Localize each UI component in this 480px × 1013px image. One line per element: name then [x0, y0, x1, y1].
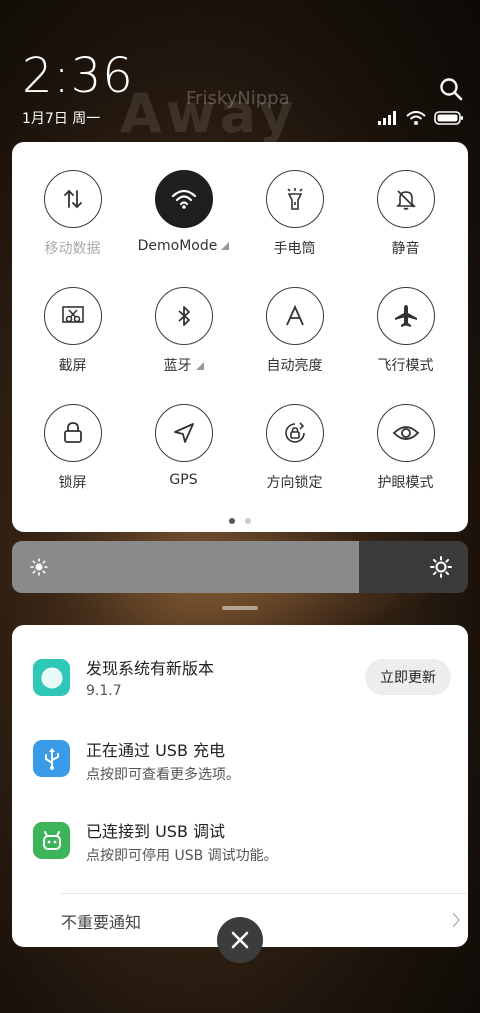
notification-subtitle: 点按即可查看更多选项。 [86, 767, 240, 783]
qs-label: DemoMode [138, 238, 230, 254]
bluetooth-icon [154, 287, 213, 345]
expand-triangle-icon [221, 242, 230, 250]
mobile-data-icon [43, 170, 102, 228]
qs-label-text: GPS [169, 472, 198, 488]
quick-settings-panel: 移动数据 DemoMode 手电筒 静音截屏 蓝牙 自动亮度 飞行模式锁屏 GPS 方向锁定 护眼… [12, 142, 468, 532]
date: 1月7日 周一 [22, 111, 101, 127]
qs-label-text: 移动数据 [44, 241, 101, 257]
qs-tile-lock[interactable]: 锁屏 [17, 404, 128, 492]
page-indicator [12, 518, 468, 524]
qs-tile-auto-brightness[interactable]: 自动亮度 [239, 287, 350, 375]
battery-icon [434, 110, 464, 129]
android-icon [33, 822, 70, 859]
qs-label-text: 蓝牙 [163, 358, 192, 374]
brightness-high-icon [430, 556, 452, 582]
flashlight-icon [265, 170, 324, 228]
qs-label: 自动亮度 [267, 355, 323, 375]
qs-label: 蓝牙 [164, 355, 204, 375]
qs-label-text: 飞行模式 [377, 358, 434, 374]
qs-tile-bluetooth[interactable]: 蓝牙 [128, 287, 239, 375]
qs-label: 移动数据 [45, 238, 101, 258]
qs-label: 护眼模式 [378, 472, 434, 492]
notification-subtitle: 9.1.7 [86, 683, 122, 699]
qs-label: 手电筒 [274, 238, 316, 258]
qs-label-text: 静音 [391, 241, 420, 257]
lock-icon [43, 404, 102, 462]
wifi-icon [154, 170, 213, 228]
minor-notifications-label: 不重要通知 [61, 913, 142, 932]
updater-icon [33, 659, 70, 696]
qs-label: GPS [169, 472, 197, 488]
qs-tile-eye[interactable]: 护眼模式 [350, 404, 461, 492]
qs-label: 方向锁定 [267, 472, 323, 492]
rotation-lock-icon [265, 404, 324, 462]
qs-label-text: DemoMode [137, 238, 218, 254]
brightness-fill [12, 541, 359, 593]
qs-label-text: 截屏 [58, 358, 87, 374]
wifi-status-icon [406, 110, 426, 129]
usb-icon [33, 740, 70, 777]
expand-triangle-icon [195, 362, 204, 370]
page-dot-active [229, 518, 235, 524]
qs-label: 飞行模式 [378, 355, 434, 375]
update-now-button[interactable]: 立即更新 [365, 659, 451, 695]
drag-handle[interactable] [222, 606, 258, 610]
status-icons [378, 110, 464, 129]
clock: 2:36 [22, 48, 134, 104]
auto-brightness-icon [265, 287, 324, 345]
qs-label: 静音 [392, 238, 420, 258]
brightness-slider[interactable] [12, 541, 468, 593]
search-icon[interactable] [438, 76, 464, 102]
qs-tile-wifi[interactable]: DemoMode [128, 170, 239, 254]
qs-tile-bell-mute[interactable]: 静音 [350, 170, 461, 258]
screenshot-icon [43, 287, 102, 345]
qs-tile-mobile-data[interactable]: 移动数据 [17, 170, 128, 258]
gps-icon [154, 404, 213, 462]
notification-panel: 发现系统有新版本 9.1.7 立即更新 正在通过 USB 充电 点按即可查看更多… [12, 625, 468, 947]
airplane-icon [376, 287, 435, 345]
eye-icon [376, 404, 435, 462]
qs-tile-flashlight[interactable]: 手电筒 [239, 170, 350, 258]
divider [61, 893, 467, 894]
qs-tile-airplane[interactable]: 飞行模式 [350, 287, 461, 375]
notification-title: 正在通过 USB 充电 [86, 741, 226, 760]
qs-tile-rotation-lock[interactable]: 方向锁定 [239, 404, 350, 492]
bell-mute-icon [376, 170, 435, 228]
qs-label: 截屏 [59, 355, 87, 375]
close-button[interactable] [217, 917, 263, 963]
close-icon [231, 931, 249, 949]
wallpaper-subtext: FriskyNippa [186, 88, 290, 109]
brightness-low-icon [30, 558, 48, 580]
notification-subtitle: 点按即可停用 USB 调试功能。 [86, 848, 278, 864]
notification-title: 发现系统有新版本 [86, 659, 215, 678]
qs-tile-screenshot[interactable]: 截屏 [17, 287, 128, 375]
signal-icon [378, 110, 398, 129]
qs-label-text: 手电筒 [273, 241, 316, 257]
qs-label: 锁屏 [59, 472, 87, 492]
qs-label-text: 方向锁定 [266, 475, 323, 491]
page-dot [245, 518, 251, 524]
chevron-right-icon [451, 911, 461, 933]
qs-label-text: 护眼模式 [377, 475, 434, 491]
qs-label-text: 自动亮度 [266, 358, 323, 374]
qs-tile-gps[interactable]: GPS [128, 404, 239, 488]
notification-title: 已连接到 USB 调试 [86, 822, 226, 841]
qs-label-text: 锁屏 [58, 475, 87, 491]
